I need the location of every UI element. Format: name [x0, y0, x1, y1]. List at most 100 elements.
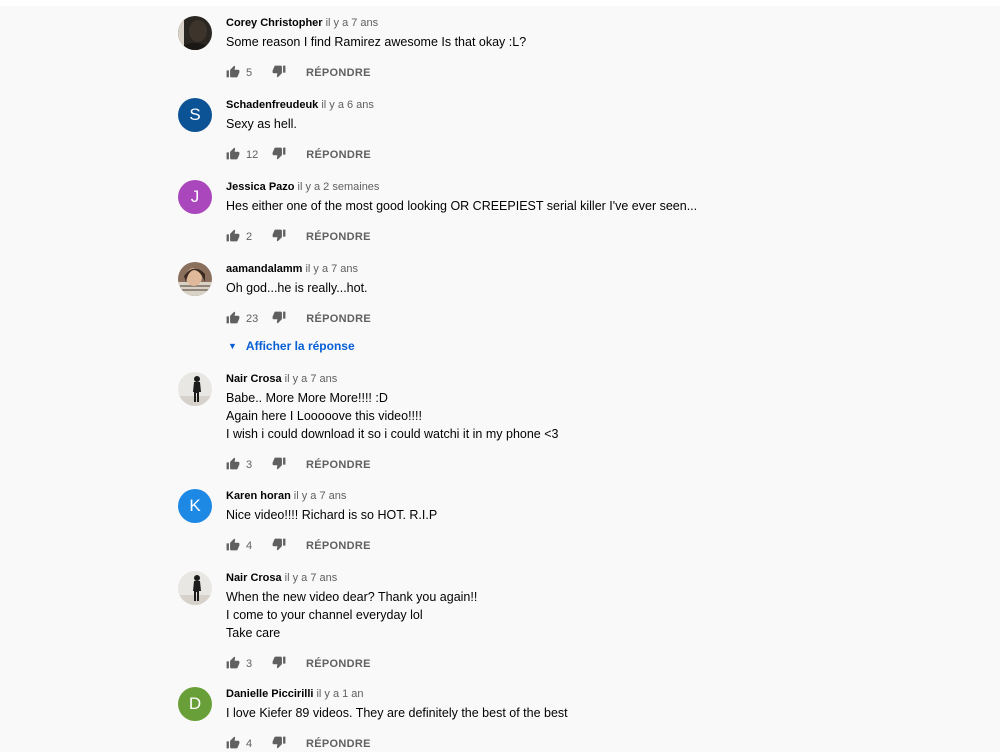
avatar[interactable]: J: [178, 180, 212, 214]
comment-text: Some reason I find Ramirez awesome Is th…: [226, 33, 966, 51]
comment-text: When the new video dear? Thank you again…: [226, 588, 966, 642]
comment-body: Danielle Piccirilli il y a 1 an I love Kie…: [226, 687, 966, 752]
comment-actions: 4 RÉPONDRE: [226, 736, 966, 752]
dislike-button[interactable]: [272, 147, 286, 163]
comment-text-line: I wish i could download it so i could wa…: [226, 427, 559, 441]
comment-body: Nair Crosa il y a 7 ans When the new video…: [226, 571, 966, 672]
comments-section: Corey Christopher il y a 7 ans Some reason…: [0, 0, 1000, 750]
comment-text-line: Take care: [226, 626, 281, 640]
comment-date[interactable]: il y a 7 ans: [285, 572, 338, 584]
comment-text-line: When the new video dear? Thank you again…: [226, 590, 478, 604]
comment-date[interactable]: il y a 1 an: [316, 688, 363, 700]
comment-text-line: Nice video!!!! Richard is so HOT. R.I.P: [226, 508, 438, 522]
comment-header: Danielle Piccirilli il y a 1 an: [226, 687, 966, 701]
like-button[interactable]: 12: [226, 147, 258, 163]
reply-button[interactable]: RÉPONDRE: [306, 149, 371, 161]
thumb-down-icon: [272, 311, 286, 327]
comment-actions: 23 RÉPONDRE: [226, 311, 966, 327]
comment-body: Schadenfreudeuk il y a 6 ans Sexy as hell.…: [226, 98, 966, 163]
like-button[interactable]: 4: [226, 538, 258, 554]
avatar[interactable]: D: [178, 687, 212, 721]
comment-date[interactable]: il y a 6 ans: [321, 99, 374, 111]
comment-text: I love Kiefer 89 videos. They are defini…: [226, 704, 966, 722]
reply-button[interactable]: RÉPONDRE: [306, 67, 371, 79]
comment-date[interactable]: il y a 7 ans: [285, 373, 338, 385]
dislike-button[interactable]: [272, 65, 286, 81]
dislike-button[interactable]: [272, 538, 286, 554]
comment-text-line: Oh god...he is really...hot.: [226, 281, 368, 295]
comment-header: Jessica Pazo il y a 2 semaines: [226, 180, 966, 194]
comment-text-line: Babe.. More More More!!!! :D: [226, 391, 388, 405]
thumb-up-icon: [226, 457, 240, 473]
thumb-down-icon: [272, 538, 286, 554]
thumb-up-icon: [226, 147, 240, 163]
comment-date[interactable]: il y a 2 semaines: [298, 181, 380, 193]
avatar[interactable]: K: [178, 489, 212, 523]
like-button[interactable]: 2: [226, 229, 258, 245]
comment-text-line: Again here I Looooove this video!!!!: [226, 409, 422, 423]
comment-text-line: Some reason I find Ramirez awesome Is th…: [226, 35, 527, 49]
comment-body: Jessica Pazo il y a 2 semaines Hes either …: [226, 180, 966, 245]
dislike-button[interactable]: [272, 457, 286, 473]
like-count: 12: [246, 149, 259, 161]
author-name[interactable]: Karen horan: [226, 490, 291, 502]
thumb-down-icon: [272, 147, 286, 163]
author-name[interactable]: Nair Crosa: [226, 572, 282, 584]
portrait-photo-avatar[interactable]: [178, 262, 212, 296]
comment-date[interactable]: il y a 7 ans: [326, 17, 379, 29]
like-count: 5: [246, 67, 253, 79]
comment-header: Nair Crosa il y a 7 ans: [226, 372, 966, 386]
like-button[interactable]: 3: [226, 656, 258, 672]
comment-actions: 3 RÉPONDRE: [226, 656, 966, 672]
reply-button[interactable]: RÉPONDRE: [306, 313, 371, 325]
author-name[interactable]: aamandalamm: [226, 263, 302, 275]
comment-actions: 3 RÉPONDRE: [226, 457, 966, 473]
like-button[interactable]: 4: [226, 736, 258, 752]
reply-button[interactable]: RÉPONDRE: [306, 658, 371, 670]
caret-down-icon: ▼: [228, 341, 237, 351]
comment-header: Karen horan il y a 7 ans: [226, 489, 966, 503]
thumb-down-icon: [272, 656, 286, 672]
comment-text: Nice video!!!! Richard is so HOT. R.I.P: [226, 506, 966, 524]
reply-button[interactable]: RÉPONDRE: [306, 231, 371, 243]
like-button[interactable]: 3: [226, 457, 258, 473]
reply-button[interactable]: RÉPONDRE: [306, 540, 371, 552]
like-count: 3: [246, 658, 253, 670]
comment-text-line: Sexy as hell.: [226, 117, 297, 131]
avatar-letter: S: [189, 105, 201, 124]
dislike-button[interactable]: [272, 311, 286, 327]
thumb-up-icon: [226, 65, 240, 81]
thumb-up-icon: [226, 229, 240, 245]
thumb-up-icon: [226, 656, 240, 672]
like-count: 23: [246, 313, 259, 325]
avatar[interactable]: S: [178, 98, 212, 132]
thumb-down-icon: [272, 736, 286, 752]
thumb-up-icon: [226, 311, 240, 327]
like-count: 4: [246, 738, 253, 750]
comment-text: Hes either one of the most good looking …: [226, 197, 966, 215]
dislike-button[interactable]: [272, 229, 286, 245]
like-button[interactable]: 5: [226, 65, 258, 81]
show-replies-button[interactable]: ▼ Afficher la réponse: [226, 339, 966, 353]
author-name[interactable]: Nair Crosa: [226, 373, 282, 385]
like-button[interactable]: 23: [226, 311, 258, 327]
comment-header: Schadenfreudeuk il y a 6 ans: [226, 98, 966, 112]
author-name[interactable]: Corey Christopher: [226, 17, 323, 29]
standing-figure-avatar[interactable]: [178, 571, 212, 605]
standing-figure-avatar[interactable]: [178, 372, 212, 406]
avatar-letter: K: [189, 496, 201, 515]
comment-date[interactable]: il y a 7 ans: [294, 490, 347, 502]
dislike-button[interactable]: [272, 736, 286, 752]
comment-body: Nair Crosa il y a 7 ans Babe.. More More M…: [226, 372, 966, 473]
author-name[interactable]: Danielle Piccirilli: [226, 688, 313, 700]
comment-date[interactable]: il y a 7 ans: [305, 263, 358, 275]
dark-photo-avatar[interactable]: [178, 16, 212, 50]
reply-button[interactable]: RÉPONDRE: [306, 459, 371, 471]
comment-text: Oh god...he is really...hot.: [226, 279, 966, 297]
author-name[interactable]: Schadenfreudeuk: [226, 99, 318, 111]
dislike-button[interactable]: [272, 656, 286, 672]
author-name[interactable]: Jessica Pazo: [226, 181, 295, 193]
comment-text: Sexy as hell.: [226, 115, 966, 133]
reply-button[interactable]: RÉPONDRE: [306, 738, 371, 750]
comment-body: Corey Christopher il y a 7 ans Some reason…: [226, 16, 966, 81]
